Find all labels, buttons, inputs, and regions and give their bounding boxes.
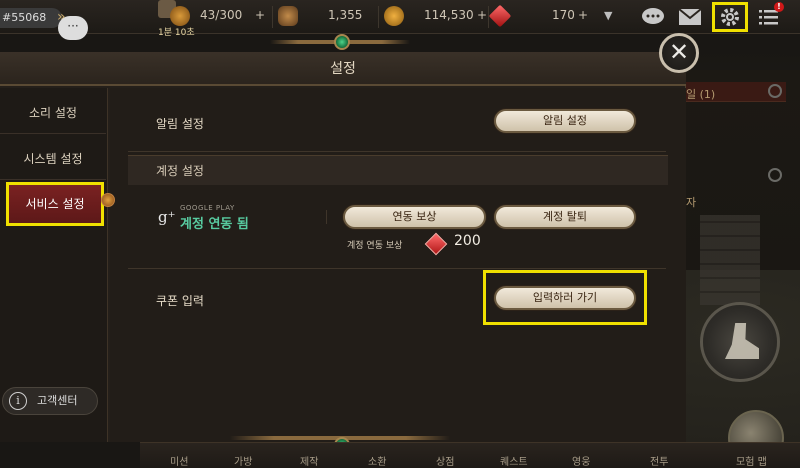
divider	[128, 268, 666, 269]
background-quest-text: 일 (1)	[686, 88, 716, 101]
account-section-header: 계정 설정	[128, 155, 668, 185]
info-icon: i	[9, 392, 27, 410]
sidebar-item-system[interactable]: 시스템 설정	[0, 138, 106, 180]
hud-divider	[378, 6, 379, 28]
google-play-status: g⁺ GOOGLE PLAY 계정 연동 됨	[158, 204, 328, 232]
close-button[interactable]: ✕	[659, 33, 699, 73]
gem-value: 170	[552, 8, 575, 22]
player-id: #55068	[0, 8, 62, 28]
boot-icon	[725, 323, 759, 359]
notification-badge: !	[774, 2, 784, 12]
reward-amount: 200	[454, 233, 481, 249]
red-gem-icon	[488, 4, 512, 28]
divider	[128, 151, 666, 152]
stamina-icon	[170, 6, 190, 26]
coupon-highlight-frame	[483, 270, 647, 325]
background-quest-text-2: 자	[686, 196, 697, 209]
gold-plus-button[interactable]: +	[477, 8, 487, 26]
attack-skill-button[interactable]	[700, 302, 780, 382]
background-stone-wall	[700, 215, 760, 305]
timer-text: 1분 10초	[158, 28, 195, 38]
settings-gear-icon[interactable]	[712, 2, 748, 32]
settings-title: 설정	[0, 52, 686, 86]
background-search-icon-2	[768, 168, 782, 182]
top-gem-ornament-icon	[325, 32, 355, 50]
link-status-text: 계정 연동 됨	[180, 217, 249, 232]
sidebar-item-sound[interactable]: 소리 설정	[0, 92, 106, 134]
nav-mission[interactable]: 미션	[170, 453, 188, 468]
chat-bubble-icon[interactable]: ···	[58, 16, 88, 40]
settings-content	[110, 88, 686, 442]
nav-adventure-map[interactable]: 모험 맵	[736, 453, 767, 468]
top-hud: #55068 » 1분 10초 43/300 + 1,355 114,530 +…	[0, 0, 800, 38]
crystal-ore-icon	[278, 6, 298, 26]
hud-divider	[272, 6, 273, 28]
nav-quest[interactable]: 퀘스트	[500, 453, 528, 468]
link-reward-button[interactable]: 연동 보상	[343, 205, 486, 229]
bottom-navigation: 미션 가방 제작 소환 상점 퀘스트 영웅 전투 모험 맵	[140, 442, 800, 468]
hud-dropdown-icon[interactable]: ▼	[604, 9, 612, 27]
nav-battle[interactable]: 전투	[650, 453, 668, 468]
delete-account-button[interactable]: 계정 탈퇴	[494, 205, 636, 229]
nav-bag[interactable]: 가방	[234, 453, 252, 468]
customer-support-label: 고객센터	[37, 394, 78, 407]
coupon-label: 쿠폰 입력	[156, 294, 204, 308]
nav-shop[interactable]: 상점	[436, 453, 454, 468]
nav-hero[interactable]: 영웅	[572, 453, 590, 468]
stamina-value: 43/300	[200, 8, 243, 22]
customer-support-button[interactable]: i 고객센터	[2, 387, 98, 415]
reward-label: 계정 연동 보상	[347, 241, 403, 251]
gold-coin-icon	[384, 6, 404, 26]
nav-summon[interactable]: 소환	[368, 453, 386, 468]
mail-icon[interactable]	[675, 3, 705, 31]
sidebar-pin-ornament-icon	[101, 193, 115, 207]
background-search-icon	[768, 84, 782, 98]
sidebar-highlight-frame	[6, 182, 104, 226]
notification-setting-label: 알림 설정	[156, 117, 204, 131]
provider-label: GOOGLE PLAY	[180, 204, 235, 212]
vertical-divider	[326, 210, 327, 224]
gold-value: 114,530	[424, 8, 474, 22]
stamina-plus-button[interactable]: +	[255, 8, 265, 26]
crystal-ore-value: 1,355	[328, 8, 363, 22]
menu-list-icon[interactable]: !	[754, 2, 784, 31]
chat-icon[interactable]	[638, 3, 668, 31]
gem-plus-button[interactable]: +	[578, 8, 588, 26]
nav-craft[interactable]: 제작	[300, 453, 318, 468]
google-plus-icon: g⁺	[158, 208, 176, 226]
notification-settings-button[interactable]: 알림 설정	[494, 109, 636, 133]
